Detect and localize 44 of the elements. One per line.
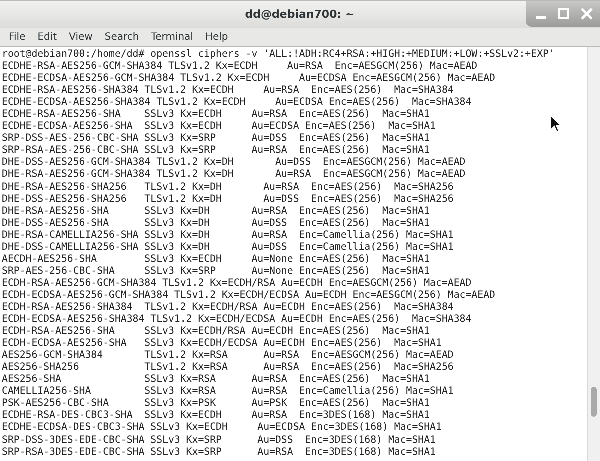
terminal-line: ECDH-ECDSA-AES256-SHA384 TLSv1.2 Kx=ECDH/ECDSA Au=ECDH Enc=AES(256) Mac=SHA384 xyxy=(2,314,472,326)
terminal-line: DHE-DSS-AES256-SHA SSLv3 Kx=DH Au=DSS Enc=AES(256) Mac=SHA1 xyxy=(2,218,430,230)
window-title: dd@debian700: ~ xyxy=(245,8,355,21)
terminal-line: DHE-RSA-AES256-SHA SSLv3 Kx=DH Au=RSA Enc=AES(256) Mac=SHA1 xyxy=(2,206,430,218)
menu-item[interactable]: Search xyxy=(98,32,146,42)
terminal-line: root@debian700:/home/dd# openssl ciphers -v 'ALL:!ADH:RC4+RSA:+HIGH:+MEDIUM:+LOW:+SSLv2:+EXP' xyxy=(2,49,555,62)
terminal-line: AECDH-AES256-SHA SSLv3 Kx=ECDH Au=None Enc=AES(256) Mac=SHA1 xyxy=(2,254,430,266)
terminal-line: ECDHE-RSA-DES-CBC3-SHA SSLv3 Kx=ECDH Au=RSA Enc=3DES(168) Mac=SHA1 xyxy=(2,410,430,422)
terminal-line: ECDHE-ECDSA-AES256-GCM-SHA384 TLSv1.2 Kx=ECDH Au=ECDSA Enc=AESGCM(256) Mac=AEAD xyxy=(2,73,496,86)
terminal-line: DHE-RSA-AES256-GCM-SHA384 TLSv1.2 Kx=DH Au=RSA Enc=AESGCM(256) Mac=AEAD xyxy=(2,169,466,182)
terminal-line: ECDHE-ECDSA-AES256-SHA384 TLSv1.2 Kx=ECDH Au=ECDSA Enc=AES(256) Mac=SHA384 xyxy=(2,97,472,110)
menu-item[interactable]: Terminal xyxy=(145,32,200,42)
terminal-line: DHE-DSS-AES256-GCM-SHA384 TLSv1.2 Kx=DH Au=DSS Enc=AESGCM(256) Mac=AEAD xyxy=(2,157,466,170)
terminal-line: AES256-SHA256 TLSv1.2 Kx=RSA Au=RSA Enc=AES(256) Mac=SHA256 xyxy=(2,362,454,374)
terminal-line: ECDHE-ECDSA-DES-CBC3-SHA SSLv3 Kx=ECDH Au=ECDSA Enc=3DES(168) Mac=SHA1 xyxy=(2,422,442,434)
terminal-line: SRP-RSA-3DES-EDE-CBC-SHA SSLv3 Kx=SRP Au=RSA Enc=3DES(168) Mac=SHA1 xyxy=(2,446,436,459)
terminal-line: ECDH-RSA-AES256-SHA SSLv3 Kx=ECDH/RSA Au=ECDH Enc=AES(256) Mac=SHA1 xyxy=(2,326,430,338)
terminal-line: SRP-DSS-AES-256-CBC-SHA SSLv3 Kx=SRP Au=DSS Enc=AES(256) Mac=SHA1 xyxy=(2,133,430,146)
terminal-line: AES256-GCM-SHA384 TLSv1.2 Kx=RSA Au=RSA Enc=AESGCM(256) Mac=AEAD xyxy=(2,350,454,362)
terminal-line: ECDHE-ECDSA-AES256-SHA SSLv3 Kx=ECDH Au=ECDSA Enc=AES(256) Mac=SHA1 xyxy=(2,121,436,134)
menu-item[interactable]: View xyxy=(63,32,99,42)
terminal-line: ECDHE-RSA-AES256-GCM-SHA384 TLSv1.2 Kx=ECDH Au=RSA Enc=AESGCM(256) Mac=AEAD xyxy=(2,61,478,74)
terminal-line: DHE-RSA-CAMELLIA256-SHA SSLv3 Kx=DH Au=RSA Enc=Camellia(256) Mac=SHA1 xyxy=(2,230,454,242)
mouse-pointer-icon xyxy=(550,115,562,133)
menu-item[interactable]: Edit xyxy=(32,32,64,42)
terminal-line: PSK-AES256-CBC-SHA SSLv3 Kx=PSK Au=PSK Enc=AES(256) Mac=SHA1 xyxy=(2,398,430,410)
terminal-line: SRP-AES-256-CBC-SHA SSLv3 Kx=SRP Au=None Enc=AES(256) Mac=SHA1 xyxy=(2,266,430,278)
terminal-line: AES256-SHA SSLv3 Kx=RSA Au=RSA Enc=AES(256) Mac=SHA1 xyxy=(2,374,430,386)
terminal-line: ECDH-RSA-AES256-GCM-SHA384 TLSv1.2 Kx=ECDH/RSA Au=ECDH Enc=AESGCM(256) Mac=AEAD xyxy=(2,278,472,290)
terminal-line: DHE-DSS-CAMELLIA256-SHA SSLv3 Kx=DH Au=DSS Enc=Camellia(256) Mac=SHA1 xyxy=(2,242,454,254)
terminal-line: ECDHE-RSA-AES256-SHA SSLv3 Kx=ECDH Au=RSA Enc=AES(256) Mac=SHA1 xyxy=(2,109,430,122)
terminal-line: SRP-RSA-AES-256-CBC-SHA SSLv3 Kx=SRP Au=RSA Enc=AES(256) Mac=SHA1 xyxy=(2,145,430,158)
terminal-line: CAMELLIA256-SHA SSLv3 Kx=RSA Au=RSA Enc=Camellia(256) Mac=SHA1 xyxy=(2,386,454,398)
menu-item[interactable]: Help xyxy=(199,32,234,42)
terminal-line: ECDH-ECDSA-AES256-GCM-SHA384 TLSv1.2 Kx=ECDH/ECDSA Au=ECDH Enc=AESGCM(256) Mac=AEAD xyxy=(2,290,496,302)
terminal-line: ECDHE-RSA-AES256-SHA384 TLSv1.2 Kx=ECDH Au=RSA Enc=AES(256) Mac=SHA384 xyxy=(2,85,454,98)
terminal-line: ECDH-ECDSA-AES256-SHA SSLv3 Kx=ECDH/ECDSA Au=ECDH Enc=AES(256) Mac=SHA1 xyxy=(2,338,442,350)
terminal-line: SRP-DSS-3DES-EDE-CBC-SHA SSLv3 Kx=SRP Au=DSS Enc=3DES(168) Mac=SHA1 xyxy=(2,434,436,447)
scrollbar-thumb[interactable] xyxy=(591,387,597,417)
terminal-line: DHE-DSS-AES256-SHA256 TLSv1.2 Kx=DH Au=DSS Enc=AES(256) Mac=SHA256 xyxy=(2,194,454,206)
terminal-line: ECDH-RSA-AES256-SHA384 TLSv1.2 Kx=ECDH/RSA Au=ECDH Enc=AES(256) Mac=SHA384 xyxy=(2,302,454,314)
terminal-line: DHE-RSA-AES256-SHA256 TLSv1.2 Kx=DH Au=RSA Enc=AES(256) Mac=SHA256 xyxy=(2,182,454,194)
menu-item[interactable]: File xyxy=(3,32,32,42)
scrollbar-track[interactable] xyxy=(587,47,600,461)
